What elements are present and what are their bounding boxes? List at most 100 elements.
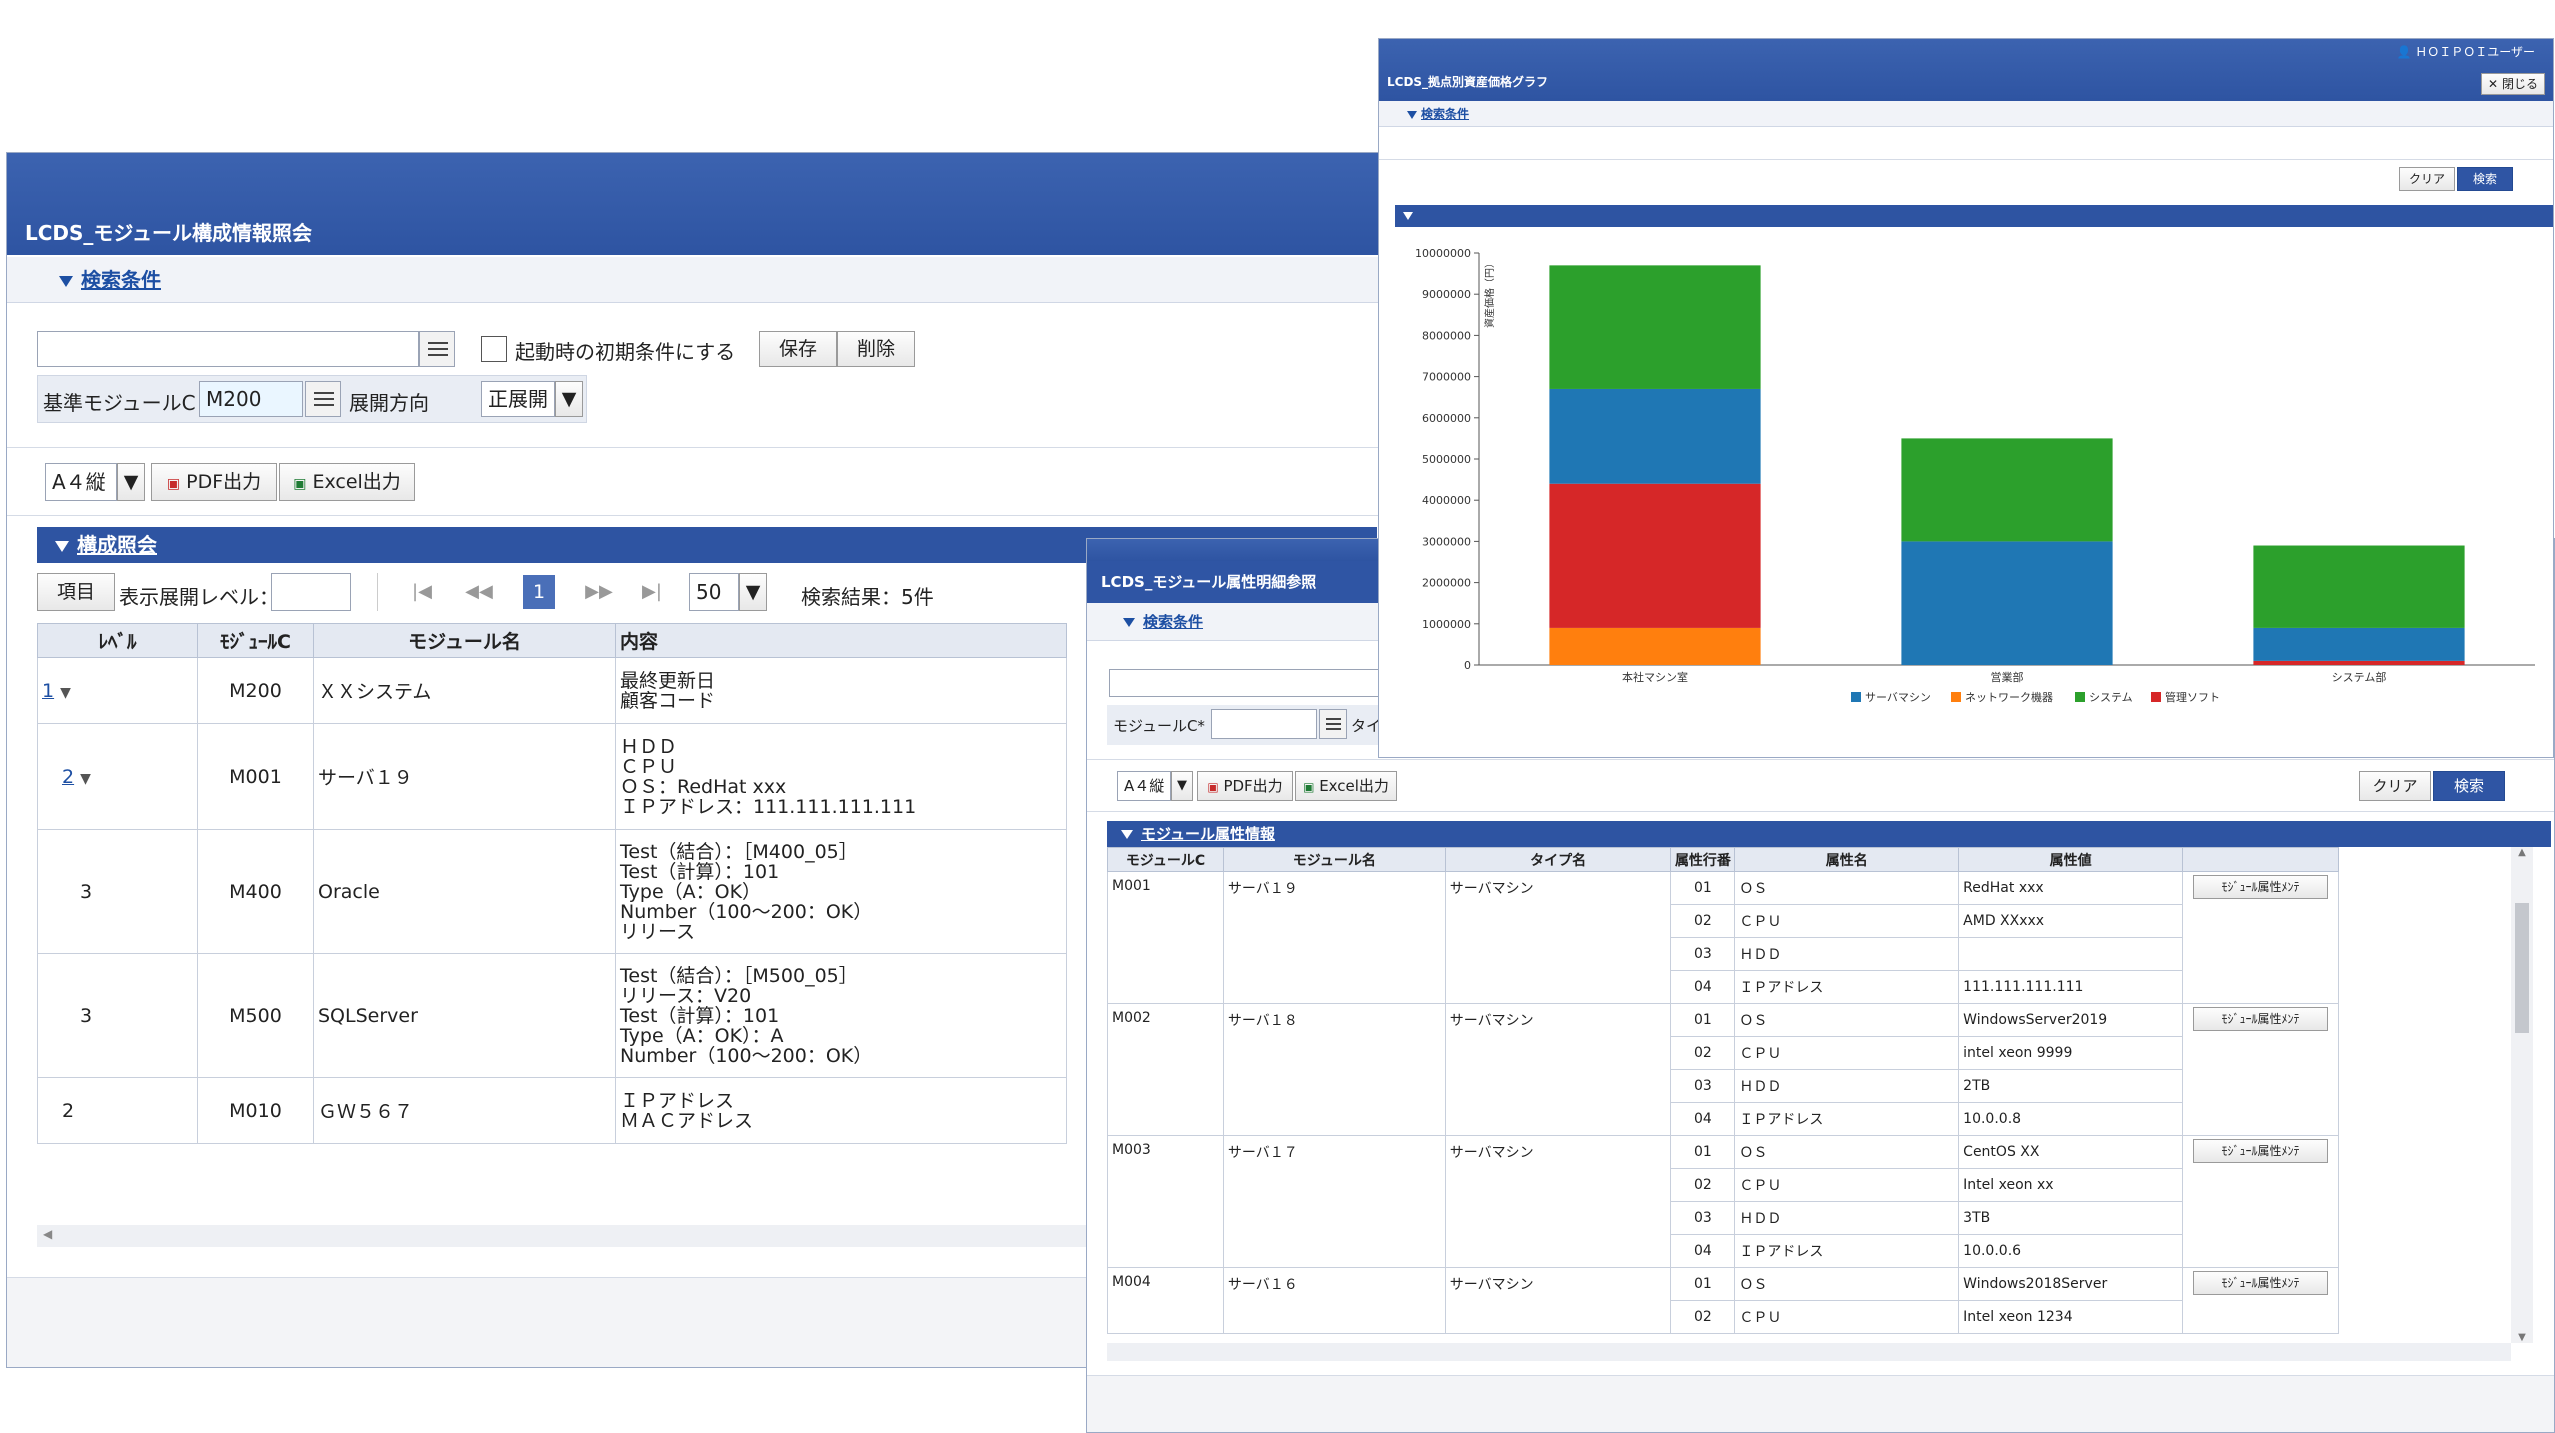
horizontal-scrollbar[interactable] xyxy=(1107,1343,2511,1361)
content-line: リリース xyxy=(620,920,696,943)
attr-value-cell: 3TB xyxy=(1958,1201,2184,1235)
result-section-label[interactable]: 構成照会 xyxy=(77,533,157,557)
bar-segment[interactable] xyxy=(1549,627,1761,665)
attr-clear-button[interactable]: クリア xyxy=(2359,771,2431,801)
attr-row-no-cell: 01 xyxy=(1670,871,1736,905)
list-icon[interactable] xyxy=(305,381,341,417)
table-row[interactable]: 2 ▼ M001 サーバ１９ ＨＤＤ ＣＰＵ ＯＳ：RedHat xxx ＩＰアドレス：111… xyxy=(37,723,1067,830)
column-header[interactable]: 属性名 xyxy=(1734,847,1960,872)
startup-checkbox[interactable] xyxy=(481,336,507,362)
prev-page-icon[interactable]: ◀◀ xyxy=(461,581,497,602)
column-header[interactable]: モジュール名 xyxy=(313,623,616,658)
startup-checkbox-label: 起動時の初期条件にする xyxy=(515,340,736,364)
first-page-icon[interactable]: |◀ xyxy=(407,581,437,602)
attr-module-label: モジュールC* xyxy=(1113,717,1205,735)
paper-select[interactable]: A４縦 xyxy=(45,463,117,501)
column-header[interactable]: 内容 xyxy=(615,623,1067,658)
bar-segment[interactable] xyxy=(1549,483,1761,628)
chevron-down-icon[interactable]: ▼ xyxy=(739,573,767,611)
attr-name-cell: ＯＳ xyxy=(1734,1135,1960,1169)
bar-segment[interactable] xyxy=(1549,388,1761,484)
direction-select[interactable]: 正展開 xyxy=(481,381,555,417)
vertical-scrollbar[interactable]: ▲ ▼ xyxy=(2511,847,2533,1343)
attr-section-label[interactable]: モジュール属性情報 xyxy=(1141,825,1275,843)
delete-button[interactable]: 削除 xyxy=(837,331,915,367)
attr-name-cell: ＯＳ xyxy=(1734,1267,1960,1301)
table-row[interactable]: M001 サーバ１９ サーバマシン 01 ＯＳ RedHat xxx ﾓｼﾞｭｰﾙ属性ﾒﾝﾃ xyxy=(1107,871,2339,1004)
level-value[interactable]: 2 xyxy=(62,766,74,788)
search-section-link[interactable]: 検索条件 xyxy=(81,268,161,292)
last-page-icon[interactable]: ▶| xyxy=(637,581,667,602)
graph-search-button[interactable]: 検索 xyxy=(2457,167,2513,191)
level-value[interactable]: 1 xyxy=(42,680,54,702)
scroll-left-icon[interactable]: ◀ xyxy=(43,1227,52,1241)
scroll-down-icon[interactable]: ▼ xyxy=(2511,1332,2533,1343)
expand-icon[interactable]: ▼ xyxy=(60,685,71,701)
column-header[interactable]: モジュール名 xyxy=(1222,847,1446,872)
bar-segment[interactable] xyxy=(2253,627,2465,661)
attr-name-cell: ＩＰアドレス xyxy=(1734,970,1960,1004)
excel-button[interactable]: ▣ Excel出力 xyxy=(279,463,415,501)
attr-pdf-button[interactable]: ▣ PDF出力 xyxy=(1197,771,1293,801)
current-page[interactable]: 1 xyxy=(523,575,555,609)
excel-button-label: Excel出力 xyxy=(312,471,401,493)
table-row[interactable]: 2 M010 ＧＷ５６７ ＩＰアドレス ＭＡＣアドレス xyxy=(37,1077,1067,1144)
attr-search-button[interactable]: 検索 xyxy=(2433,771,2505,801)
graph-search-section-link[interactable]: 検索条件 xyxy=(1421,107,1469,121)
table-row[interactable]: 3 M400 Oracle Test（結合）：［M400_05］ Test（計算）：10… xyxy=(37,829,1067,954)
attr-maint-button[interactable]: ﾓｼﾞｭｰﾙ属性ﾒﾝﾃ xyxy=(2193,875,2328,899)
item-button[interactable]: 項目 xyxy=(37,573,115,611)
column-header[interactable]: 属性値 xyxy=(1958,847,2184,872)
pager-divider xyxy=(377,573,378,611)
attr-search-section-link[interactable]: 検索条件 xyxy=(1143,613,1203,631)
pdf-button[interactable]: ▣ PDF出力 xyxy=(151,463,277,501)
attr-section-bar[interactable]: モジュール属性情報 xyxy=(1107,821,2551,847)
table-row[interactable]: M002 サーバ１８ サーバマシン 01 ＯＳ WindowsServer2019 ﾓｼﾞｭ… xyxy=(1107,1003,2339,1136)
table-row[interactable]: M003 サーバ１７ サーバマシン 01 ＯＳ CentOS XX ﾓｼﾞｭｰﾙ属性ﾒﾝﾃ xyxy=(1107,1135,2339,1268)
attr-paper-select[interactable]: A４縦 xyxy=(1117,771,1171,801)
attr-value-cell: WindowsServer2019 xyxy=(1958,1003,2184,1037)
column-header[interactable]: 属性行番 xyxy=(1670,847,1736,872)
table-row[interactable]: 3 M500 SQLServer Test（結合）：［M500_05］ リリース：V20… xyxy=(37,953,1067,1078)
bar-segment[interactable] xyxy=(1901,438,2113,542)
column-header[interactable]: タイプ名 xyxy=(1444,847,1672,872)
attr-excel-button[interactable]: ▣ Excel出力 xyxy=(1295,771,1397,801)
table-row[interactable]: 1 ▼ M200 ＸＸシステム 最終更新日 顧客コード xyxy=(37,657,1067,724)
graph-clear-button[interactable]: クリア xyxy=(2399,167,2455,191)
table-row[interactable]: M004 サーバ１６ サーバマシン 01 ＯＳ Windows2018Server ﾓｼﾞｭ… xyxy=(1107,1267,2339,1334)
graph-section-bar[interactable] xyxy=(1395,205,2553,227)
bar-segment[interactable] xyxy=(1549,265,1761,389)
chevron-down-icon[interactable]: ▼ xyxy=(555,381,583,417)
attr-maint-button[interactable]: ﾓｼﾞｭｰﾙ属性ﾒﾝﾃ xyxy=(2193,1007,2328,1031)
list-icon[interactable] xyxy=(419,331,455,367)
collapse-icon xyxy=(55,541,69,552)
next-page-icon[interactable]: ▶▶ xyxy=(581,581,617,602)
base-module-input[interactable]: M200 xyxy=(199,381,303,417)
list-icon[interactable] xyxy=(1319,709,1347,739)
column-header[interactable]: ﾚﾍﾞﾙ xyxy=(37,623,198,658)
result-count: 検索結果：5件 xyxy=(801,585,934,609)
expand-icon[interactable]: ▼ xyxy=(80,771,91,787)
save-button[interactable]: 保存 xyxy=(759,331,837,367)
collapse-icon xyxy=(1121,830,1133,839)
bar-segment[interactable] xyxy=(1901,541,2113,665)
chevron-down-icon[interactable]: ▼ xyxy=(1171,771,1193,801)
level-input[interactable] xyxy=(271,573,351,611)
column-header[interactable]: ﾓｼﾞｭｰﾙC xyxy=(197,623,314,658)
attr-module-input[interactable] xyxy=(1211,709,1317,739)
per-page-select[interactable]: 50 xyxy=(689,573,739,611)
close-button[interactable]: ✕ 閉じる xyxy=(2481,73,2545,95)
attr-value-cell: 10.0.0.6 xyxy=(1958,1234,2184,1268)
chevron-down-icon[interactable]: ▼ xyxy=(117,463,145,501)
bar-segment[interactable] xyxy=(2253,660,2465,665)
attr-maint-button[interactable]: ﾓｼﾞｭｰﾙ属性ﾒﾝﾃ xyxy=(2193,1271,2328,1295)
attr-maint-button[interactable]: ﾓｼﾞｭｰﾙ属性ﾒﾝﾃ xyxy=(2193,1139,2328,1163)
attr-condition-input[interactable] xyxy=(1109,669,1389,697)
column-header[interactable]: モジュールC xyxy=(1107,847,1224,872)
scroll-up-icon[interactable]: ▲ xyxy=(2511,847,2533,858)
scrollbar-thumb[interactable] xyxy=(2515,903,2529,1033)
bar-segment[interactable] xyxy=(2253,545,2465,628)
condition-name-input[interactable] xyxy=(37,331,419,367)
search-section-bar[interactable]: 検索条件 xyxy=(7,257,1379,303)
graph-search-section-bar[interactable]: 検索条件 xyxy=(1379,101,2553,127)
